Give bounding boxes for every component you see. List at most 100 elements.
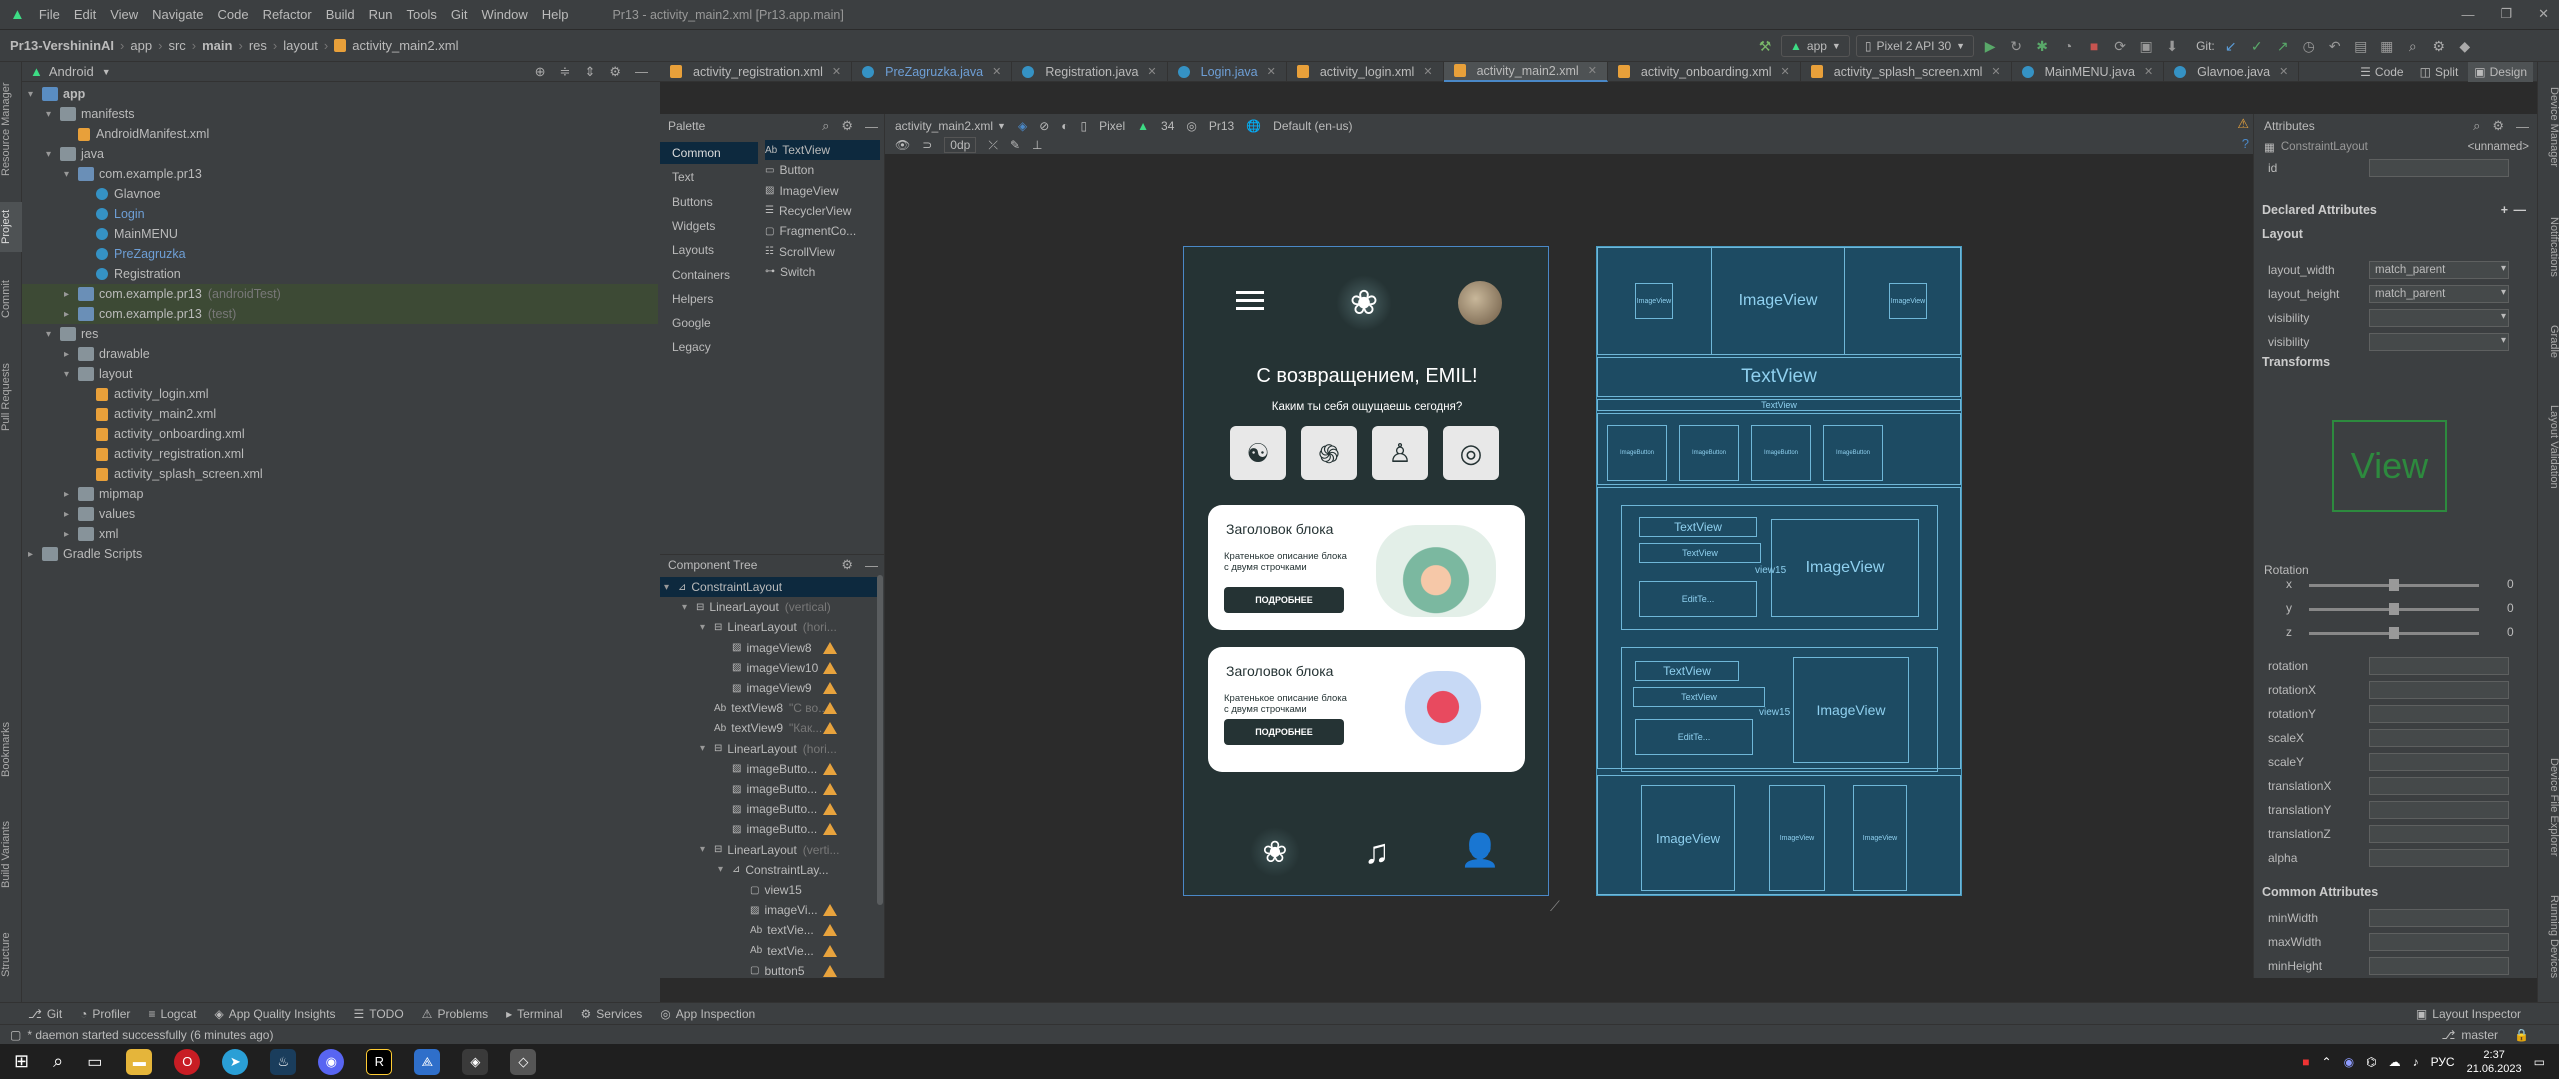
menu-item-refactor[interactable]: Refactor [263,7,312,22]
transform-property-field[interactable] [2369,849,2509,867]
chevron-down-icon[interactable]: ▾ [700,743,714,754]
chevron-down-icon[interactable]: ▾ [2501,263,2506,274]
close-icon[interactable]: ✕ [992,65,1001,78]
git-commit-icon[interactable]: ✓ [2247,36,2267,56]
chevron-down-icon[interactable]: ▾ [28,89,42,100]
component-tree-item[interactable]: Ab textVie... [660,941,814,961]
component-tree-item[interactable]: ▢ button5 [660,961,805,981]
chevron-right-icon[interactable]: ▸ [64,489,78,500]
gear-icon[interactable]: ⚙ [841,118,853,134]
chevron-down-icon[interactable]: ▾ [46,149,60,160]
tray-discord-icon[interactable]: ◉ [2344,1055,2354,1069]
section-common-attributes[interactable]: Common Attributes [2254,882,2538,902]
palette-category-widgets[interactable]: Widgets [660,215,758,237]
palette-item[interactable]: ▢ FragmentCo... [765,221,880,241]
editor-tab[interactable]: Login.java ✕ [1168,61,1287,82]
tray-red-icon[interactable]: ■ [2302,1055,2309,1069]
task-view-icon[interactable]: ▭ [87,1052,102,1072]
warning-icon[interactable] [823,803,837,816]
breadcrumb-item[interactable]: layout [283,38,318,53]
rider-icon[interactable]: R [366,1048,393,1075]
unity-icon[interactable]: ◇ [510,1048,537,1075]
editor-tab[interactable]: activity_registration.xml ✕ [660,61,853,82]
gear-icon[interactable]: ⚙ [609,64,621,80]
tree-item[interactable]: ▾ res [46,324,98,344]
hide-icon[interactable]: — [2516,119,2529,134]
rotation-slider[interactable] [2309,627,2479,639]
tree-item[interactable]: PreZagruzka [82,244,186,264]
slider-knob[interactable] [2389,627,2399,639]
tab-gradle[interactable]: Gradle [2538,312,2559,372]
section-layout[interactable]: Layout [2254,224,2538,244]
tree-item[interactable]: ▸ drawable [64,344,150,364]
azure-studio-icon[interactable]: ⟁ [414,1048,441,1075]
component-tree-item[interactable]: ▢ view15 [660,880,802,900]
chevron-down-icon[interactable]: ▾ [700,622,714,633]
warning-icon[interactable] [823,661,837,674]
component-tree-item[interactable]: ▨ imageView9 [660,678,812,698]
margin-input[interactable]: 0dp [944,137,977,153]
chevron-down-icon[interactable]: ▾ [46,109,60,120]
editor-tab[interactable]: activity_splash_screen.xml ✕ [1801,61,2012,82]
tree-item[interactable]: ▸ xml [64,524,118,544]
component-tree-item[interactable]: ▨ imageButto... [660,799,817,819]
mood-meditation-button[interactable]: ♙ [1372,426,1428,480]
tree-item[interactable]: ▸ com.example.pr13 (androidTest) [22,284,658,304]
palette-category-google[interactable]: Google [660,312,758,334]
tree-item[interactable]: Login [82,204,145,224]
component-tree-item[interactable]: ▾ ⊿ ConstraintLayout [660,577,880,597]
resize-handle-icon[interactable]: ⟋ [1550,898,1560,915]
locale-select[interactable]: Default (en-us) [1273,119,1352,133]
tree-item[interactable]: activity_registration.xml [82,444,244,464]
tree-item[interactable]: Registration [82,264,181,284]
warning-icon[interactable] [823,682,837,694]
tab-project[interactable]: Project [0,202,22,252]
component-tree-item[interactable]: ▾ ⊟ LinearLayout (vertical) [660,597,831,617]
mood-circle-button[interactable]: ◎ [1443,426,1499,480]
transform-property-field[interactable] [2369,681,2509,699]
tool-window-terminal[interactable]: ▸ Terminal [506,1007,562,1021]
menu-item-code[interactable]: Code [217,7,248,22]
attribute-value-field[interactable]: ▾ [2369,309,2509,327]
component-tree-item[interactable]: Ab textView8 "С во... [660,698,828,718]
tree-item[interactable]: activity_onboarding.xml [82,424,245,444]
palette-item[interactable]: ☷ ScrollView [765,242,880,262]
close-icon[interactable]: ✕ [1781,65,1790,78]
eye-icon[interactable]: 👁 [895,138,910,152]
hammer-icon[interactable]: ⚒ [1755,36,1775,56]
profile-icon[interactable]: ◔ [2058,36,2078,56]
component-tree-item[interactable]: Ab textVie... [660,920,814,940]
tree-item[interactable]: ▸ com.example.pr13 (test) [22,304,658,324]
run-config-select[interactable]: ▲ app ▼ [1781,35,1850,57]
theme-select[interactable]: Pr13 [1209,119,1234,133]
git-push-icon[interactable]: ↗ [2273,36,2293,56]
tool-window-services[interactable]: ⚙ Services [581,1007,643,1021]
editor-tab[interactable]: MainMENU.java ✕ [2012,61,2165,82]
phone-preview[interactable]: ❀ С возвращением, EMIL! Каким ты себя ощ… [1183,246,1549,896]
chevron-down-icon[interactable]: ▼ [997,121,1006,131]
warning-icon[interactable] [823,944,837,957]
warning-icon[interactable] [823,924,837,937]
tree-item[interactable]: activity_splash_screen.xml [82,464,263,484]
project-view-select[interactable]: Android [49,64,94,79]
menu-item-help[interactable]: Help [542,7,569,22]
breadcrumb-item[interactable]: Pr13-VershininAI [10,38,114,53]
breadcrumb-item[interactable]: activity_main2.xml [352,38,458,53]
chevron-down-icon[interactable]: ▾ [664,582,678,593]
tab-commit[interactable]: Commit [0,272,22,327]
steam-icon[interactable]: ♨ [270,1048,297,1075]
editor-tab[interactable]: Glavnoe.java ✕ [2164,61,2300,82]
section-declared-attributes[interactable]: Declared Attributes + — [2254,200,2538,220]
tree-item[interactable]: ▾ manifests [46,104,135,124]
tab-bookmarks[interactable]: Bookmarks [0,712,22,787]
tab-resource-manager[interactable]: Resource Manager [0,72,22,187]
tab-notifications[interactable]: Notifications [2538,197,2559,297]
tool-window-todo[interactable]: ☰ TODO [353,1007,403,1021]
nav-home-icon[interactable]: ❀ [1250,827,1300,877]
guidelines-icon[interactable]: ⊥ [1032,138,1042,152]
tool-window-problems[interactable]: ⚠ Problems [422,1007,488,1021]
warning-icon[interactable] [823,722,837,735]
palette-category-containers[interactable]: Containers [660,264,758,286]
notifications-icon[interactable]: ▭ [2534,1055,2545,1069]
close-icon[interactable]: ✕ [1423,65,1432,78]
